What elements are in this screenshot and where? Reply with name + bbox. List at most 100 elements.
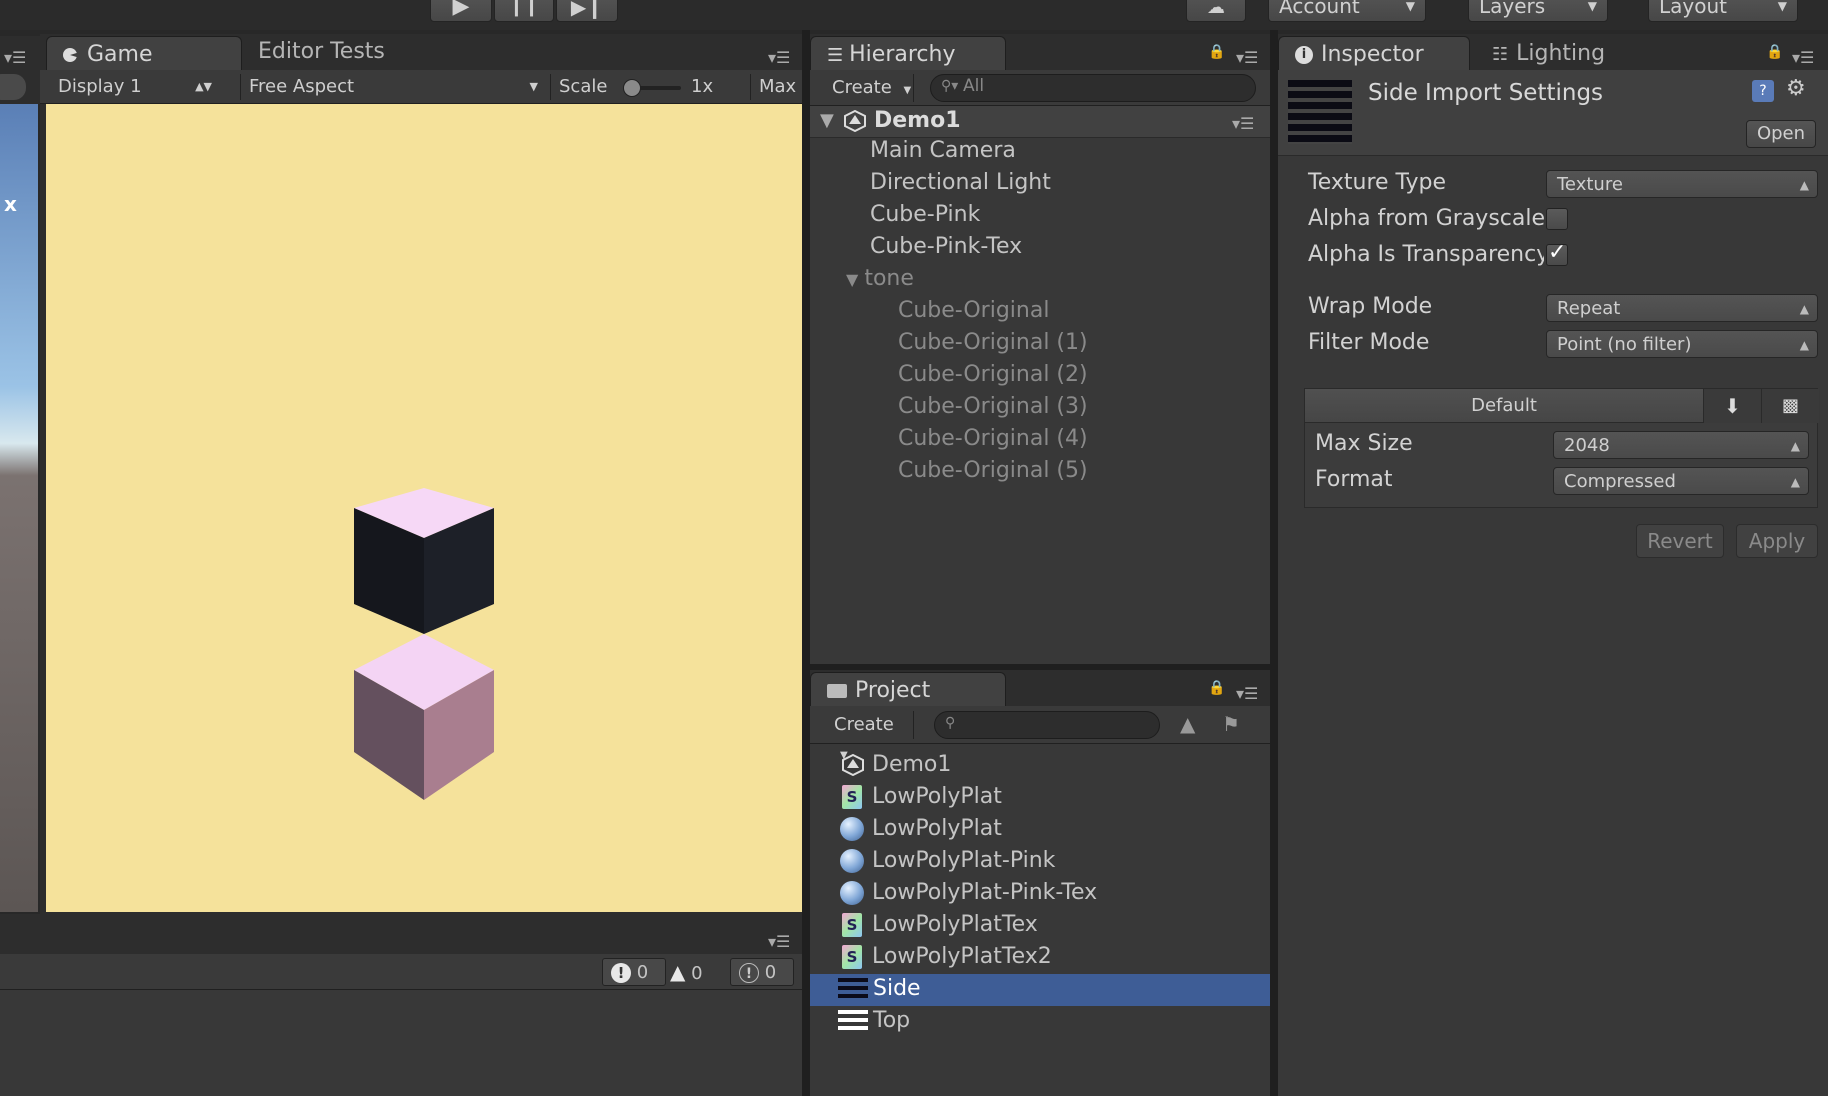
lock-icon[interactable]: 🔒 bbox=[1208, 680, 1225, 696]
platform-standalone-tab[interactable]: ⬇ bbox=[1703, 389, 1761, 423]
account-dropdown[interactable]: Account ▼ bbox=[1268, 0, 1426, 22]
alpha-grayscale-checkbox[interactable] bbox=[1546, 208, 1568, 230]
display-dropdown[interactable]: Display 1 ▲▼ bbox=[58, 74, 212, 100]
search-icon: ⚲ bbox=[945, 715, 956, 731]
pause-button[interactable]: ❙❙ bbox=[494, 0, 554, 22]
platform-android-tab[interactable]: ▩ bbox=[1761, 389, 1819, 423]
panel-menu-icon[interactable]: ▾☰ bbox=[1792, 48, 1814, 67]
project-item[interactable]: Top bbox=[810, 1006, 1270, 1038]
format-dropdown[interactable]: Compressed ▲ bbox=[1553, 467, 1809, 495]
tab-editor-tests[interactable]: Editor Tests bbox=[242, 34, 422, 70]
project-item[interactable]: Demo1 bbox=[842, 752, 951, 777]
project-item[interactable]: LowPolyPlat-Pink bbox=[840, 848, 1055, 873]
error-count-button[interactable]: ! 0 bbox=[602, 958, 666, 986]
hierarchy-child-item[interactable]: Cube-Original (4) bbox=[898, 426, 1088, 451]
hierarchy-child-item[interactable]: Cube-Original (3) bbox=[898, 394, 1088, 419]
wrap-mode-dropdown[interactable]: Repeat ▲ bbox=[1546, 294, 1818, 322]
hierarchy-child-item[interactable]: Cube-Original (5) bbox=[898, 458, 1088, 483]
hierarchy-create-button[interactable]: Create ▼ bbox=[810, 74, 914, 102]
warning-count-button[interactable]: ▲ 0 bbox=[670, 958, 724, 986]
expand-arrow-icon[interactable]: ▼ bbox=[820, 110, 834, 131]
hierarchy-item[interactable]: Main Camera bbox=[870, 138, 1016, 163]
info-count: 0 bbox=[764, 962, 777, 983]
error-icon: ! bbox=[611, 963, 631, 983]
open-button[interactable]: Open bbox=[1746, 120, 1816, 148]
panel-divider[interactable] bbox=[1270, 30, 1278, 1096]
hierarchy-child-item[interactable]: Cube-Original bbox=[898, 298, 1049, 323]
aspect-dropdown[interactable]: Free Aspect ▼ bbox=[240, 74, 540, 100]
tab-inspector[interactable]: i Inspector bbox=[1278, 36, 1470, 72]
filter-mode-dropdown[interactable]: Point (no filter) ▲ bbox=[1546, 330, 1818, 358]
step-button[interactable]: ▶❙ bbox=[556, 0, 618, 22]
hierarchy-child-item[interactable]: Cube-Original (1) bbox=[898, 330, 1088, 355]
scene-toggle[interactable] bbox=[0, 74, 26, 100]
hierarchy-list-icon: ☰ bbox=[827, 45, 844, 66]
hierarchy-scene-row[interactable]: ▼ Demo1 ▾☰ bbox=[810, 106, 1270, 138]
panel-menu-icon[interactable]: ▾☰ bbox=[768, 932, 790, 951]
dropdown-arrow-icon: ▼ bbox=[1405, 0, 1415, 13]
project-search-input[interactable]: ⚲ bbox=[934, 711, 1160, 739]
scene-menu-icon[interactable]: ▾☰ bbox=[1232, 114, 1254, 133]
hierarchy-search-input[interactable]: ⚲▾ All bbox=[930, 74, 1256, 102]
game-render-area[interactable] bbox=[46, 104, 802, 912]
dropdown-arrow-icon: ▼ bbox=[1777, 0, 1787, 13]
dropdown-arrow-icon: ▼ bbox=[529, 80, 538, 93]
project-item[interactable]: LowPolyPlat bbox=[840, 816, 1002, 841]
play-button[interactable]: ▶ bbox=[430, 0, 492, 22]
project-item[interactable]: S LowPolyPlatTex bbox=[842, 912, 1038, 937]
lock-icon[interactable]: 🔒 bbox=[1766, 44, 1783, 60]
material-icon bbox=[840, 849, 864, 873]
revert-button[interactable]: Revert bbox=[1636, 524, 1724, 558]
project-item-label: LowPolyPlat-Pink bbox=[872, 848, 1056, 873]
layers-dropdown[interactable]: Layers ▼ bbox=[1468, 0, 1608, 22]
panel-menu-icon[interactable]: ▾☰ bbox=[1236, 48, 1258, 67]
scale-slider[interactable] bbox=[623, 79, 681, 97]
hierarchy-group-row[interactable]: ▼ tone bbox=[846, 266, 914, 291]
panel-divider[interactable] bbox=[802, 30, 810, 1096]
hierarchy-child-item[interactable]: Cube-Original (2) bbox=[898, 362, 1088, 387]
project-item-selected[interactable]: Side bbox=[810, 974, 1270, 1006]
project-item-label: Demo1 bbox=[872, 752, 952, 777]
scale-slider-thumb[interactable] bbox=[623, 79, 641, 97]
tab-game[interactable]: Game bbox=[46, 36, 242, 72]
project-item[interactable]: S LowPolyPlatTex2 bbox=[842, 944, 1052, 969]
panel-menu-icon[interactable]: ▾☰ bbox=[1236, 684, 1258, 703]
project-create-button[interactable]: Create ▼ bbox=[810, 711, 914, 761]
texture-type-dropdown[interactable]: Texture ▲ bbox=[1546, 170, 1818, 198]
project-item[interactable]: LowPolyPlat-Pink-Tex bbox=[840, 880, 1097, 905]
dropdown-arrow-icon: ▲ bbox=[1799, 338, 1809, 352]
hierarchy-item[interactable]: Directional Light bbox=[870, 170, 1051, 195]
filter-by-type-icon[interactable]: ▲ bbox=[1180, 712, 1195, 736]
apply-button[interactable]: Apply bbox=[1736, 524, 1818, 558]
help-icon[interactable]: ? bbox=[1752, 80, 1774, 102]
panel-menu-icon[interactable]: ▾☰ bbox=[768, 48, 790, 67]
hierarchy-panel: ☰ Hierarchy 🔒 ▾☰ Create ▼ ⚲▾ All ▼ Demo1 … bbox=[810, 34, 1270, 664]
create-label: Create bbox=[832, 77, 892, 98]
layout-dropdown[interactable]: Layout ▼ bbox=[1648, 0, 1798, 22]
lock-icon[interactable]: 🔒 bbox=[1208, 44, 1225, 60]
tab-project[interactable]: Project bbox=[810, 672, 1006, 708]
project-panel: Project 🔒 ▾☰ Create ▼ ⚲ ▲ ⚑ Demo1 S LowPo… bbox=[810, 670, 1270, 1096]
expand-arrow-icon[interactable]: ▼ bbox=[846, 270, 858, 289]
apply-label: Apply bbox=[1748, 529, 1806, 553]
hierarchy-item[interactable]: Cube-Pink bbox=[870, 202, 980, 227]
hierarchy-item-label: Cube-Original (2) bbox=[898, 362, 1088, 387]
project-item-label: LowPolyPlat bbox=[872, 784, 1002, 809]
project-item-label: LowPolyPlat-Pink-Tex bbox=[872, 880, 1098, 905]
wrap-mode-value: Repeat bbox=[1557, 298, 1621, 319]
search-placeholder: All bbox=[963, 76, 985, 96]
tab-hierarchy[interactable]: ☰ Hierarchy bbox=[810, 36, 1006, 72]
project-item[interactable]: S LowPolyPlat bbox=[842, 784, 1002, 809]
platform-default-tab[interactable]: Default bbox=[1305, 389, 1703, 423]
max-size-dropdown[interactable]: 2048 ▲ bbox=[1553, 431, 1809, 459]
panel-menu-icon[interactable]: ▾☰ bbox=[4, 48, 26, 67]
alpha-transparency-checkbox[interactable]: ✓ bbox=[1546, 240, 1568, 266]
info-count-button[interactable]: ! 0 bbox=[730, 958, 794, 986]
tab-lighting[interactable]: ☷ Lighting bbox=[1476, 36, 1666, 72]
hierarchy-item[interactable]: Cube-Pink-Tex bbox=[870, 234, 1022, 259]
gear-icon[interactable]: ⚙ bbox=[1786, 76, 1806, 101]
filter-by-label-icon[interactable]: ⚑ bbox=[1222, 712, 1240, 736]
scene-view-fragment[interactable]: x bbox=[0, 104, 38, 912]
cloud-button[interactable]: ☁ bbox=[1186, 0, 1246, 22]
maximize-on-play-button[interactable]: Max bbox=[750, 74, 802, 100]
